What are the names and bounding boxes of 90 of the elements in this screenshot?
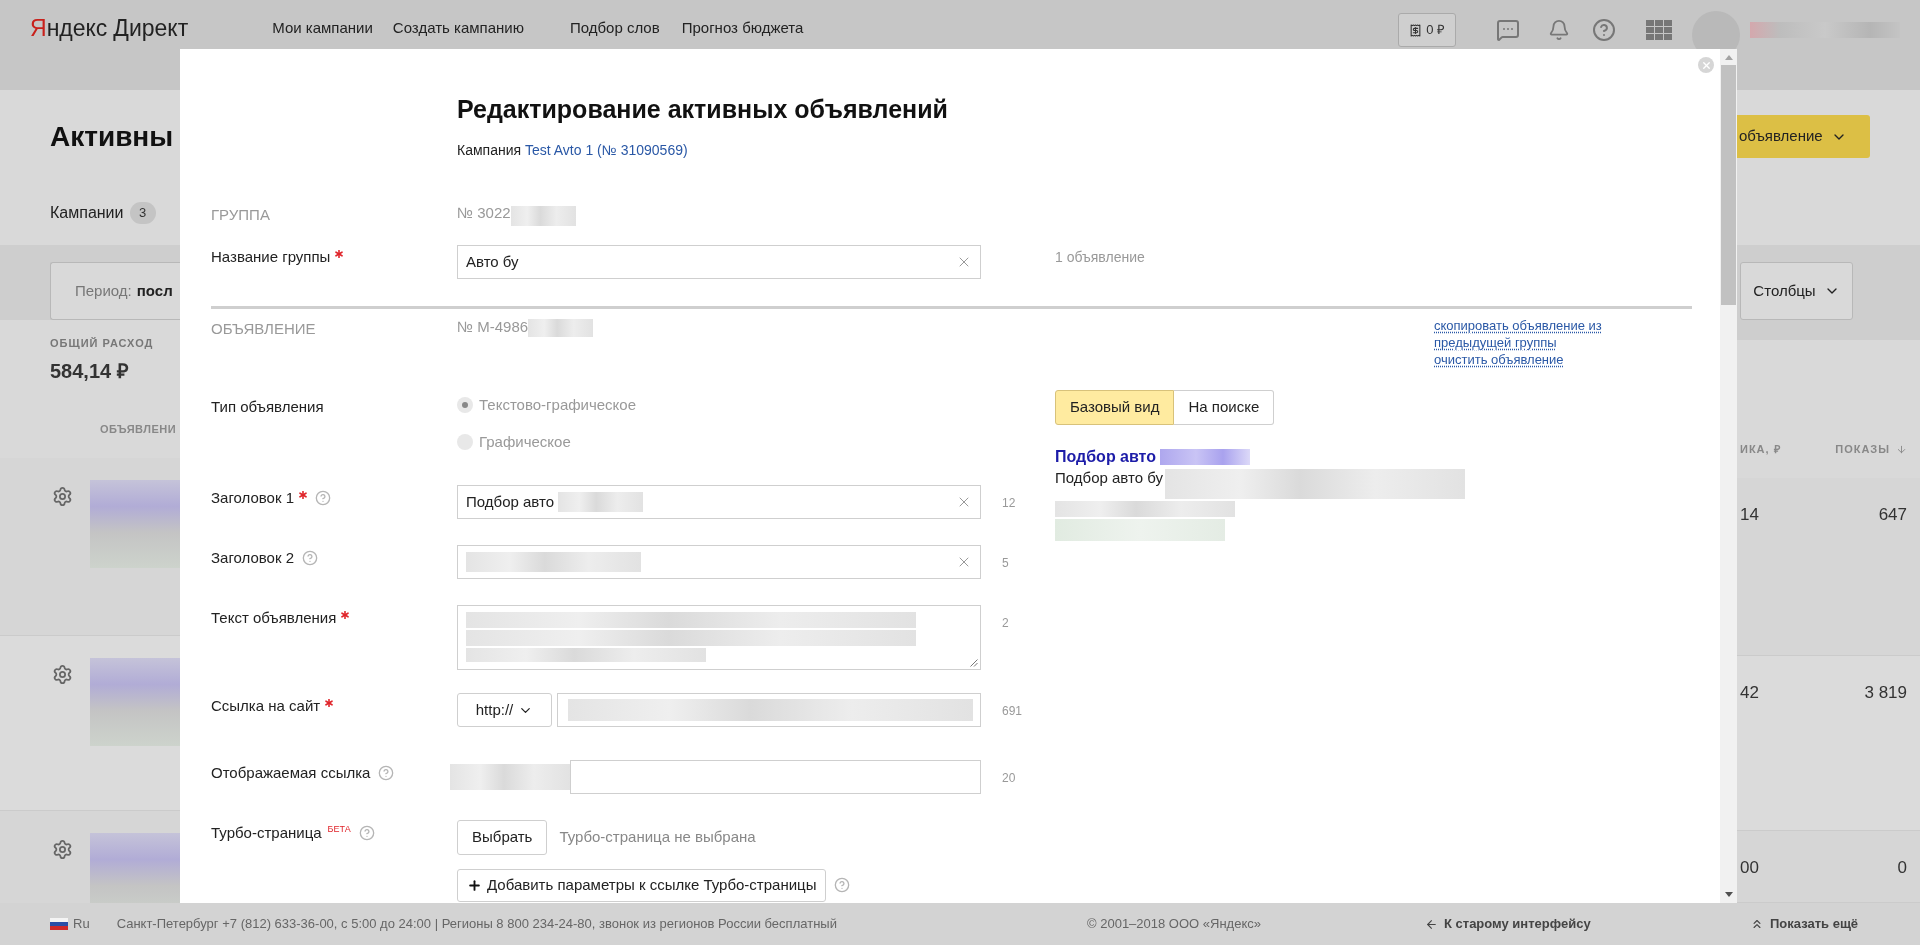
nav-link[interactable]: Подбор слов <box>569 12 660 44</box>
settings-icon[interactable] <box>52 664 73 685</box>
help-icon[interactable] <box>1592 18 1616 42</box>
modal-title: Редактирование активных объявлений <box>457 94 949 125</box>
scrollbar[interactable] <box>1720 49 1737 903</box>
total-label: ОБЩИЙ РАСХОД <box>50 336 155 350</box>
help-icon[interactable] <box>358 825 375 841</box>
field-label: Отображаемая ссылка <box>211 763 371 783</box>
field-label: Заголовок 2 <box>211 548 295 568</box>
columns-button[interactable]: Столбцы <box>1740 262 1853 320</box>
table-cell-text: 0 <box>1897 857 1907 879</box>
beta-label: БЕТА <box>327 824 351 834</box>
textarea-field[interactable] <box>457 605 981 670</box>
old-interface-link[interactable]: К старому интерфейсу <box>1425 914 1750 934</box>
contacts-text: Санкт-Петербург +7 (812) 633-36-00, с 5:00 до 24:00 | Регионы 8 800 234-24-80, звонок из регионов России бесплатный <box>116 915 837 934</box>
field-label: Ссылка на сайт <box>211 696 321 716</box>
campaign-line: Кампания Test Avto 1 (№ 31090569) <box>457 141 689 159</box>
arrow-left-icon <box>1425 917 1438 931</box>
display-url-field[interactable] <box>570 760 981 794</box>
field-label: Текст объявления <box>211 608 337 628</box>
apps-grid-icon[interactable] <box>1646 20 1672 40</box>
table-cell-text: 647 <box>1878 504 1907 526</box>
scroll-up-icon[interactable] <box>1724 55 1733 60</box>
resize-handle-icon[interactable] <box>970 659 978 667</box>
campaign-link[interactable]: Test Avto 1 (№ 31090569) <box>524 142 688 158</box>
scroll-down-icon[interactable] <box>1724 892 1733 897</box>
field-label: Тип объявления <box>211 398 324 415</box>
close-icon <box>1700 59 1712 71</box>
help-icon[interactable] <box>378 765 395 781</box>
radio-label: Текстово-графическое <box>479 394 637 415</box>
section-heading: ГРУППА <box>211 206 270 223</box>
protocol-select[interactable]: http:// <box>457 693 552 727</box>
page-title: Активны <box>50 120 175 154</box>
view-tab[interactable]: На поиске <box>1174 390 1275 425</box>
text-field[interactable]: Авто бу <box>457 245 981 279</box>
char-counter: 691 <box>1002 704 1023 718</box>
period-field[interactable]: Период: посл <box>50 262 180 320</box>
settings-icon[interactable] <box>52 839 73 860</box>
preview-title[interactable]: Подбор авто <box>1055 445 1156 469</box>
field-label: Турбо-страница <box>211 823 322 843</box>
choose-button[interactable]: Выбрать <box>457 820 548 855</box>
view-tab[interactable]: Базовый вид <box>1055 390 1175 425</box>
radio-label: Графическое <box>479 431 571 452</box>
text-field[interactable] <box>457 545 981 579</box>
period-value: посл <box>136 280 173 301</box>
flag-icon <box>50 918 68 930</box>
sort-arrow-icon <box>1896 443 1907 455</box>
field-label: Заголовок 1 <box>211 488 295 508</box>
campaigns-tab[interactable]: Кампании <box>50 201 124 225</box>
chat-icon[interactable] <box>1496 18 1520 42</box>
char-counter: 2 <box>1002 616 1009 630</box>
help-icon[interactable] <box>834 877 851 893</box>
char-counter: 12 <box>1002 496 1016 510</box>
close-button[interactable] <box>1698 57 1714 73</box>
notifications-icon[interactable] <box>1548 19 1570 41</box>
table-cell-text: 14 <box>1740 504 1759 526</box>
url-field[interactable] <box>557 693 981 727</box>
scroll-thumb[interactable] <box>1721 65 1736 305</box>
ad-number: № М-4986 <box>457 317 529 337</box>
add-params-button[interactable]: Добавить параметры к ссылке Турбо-страницы <box>457 868 827 902</box>
table-cell-text: 3 819 <box>1864 682 1907 704</box>
action-link[interactable]: очистить объявление <box>1434 351 1619 368</box>
section-heading: ОБЪЯВЛЕНИЕ <box>211 320 316 337</box>
total-value: 584,14 ₽ <box>50 359 130 383</box>
turbo-status: Турбо-страница не выбрана <box>559 827 756 848</box>
period-label: Период: <box>75 280 132 301</box>
chevrons-up-icon <box>1750 917 1764 931</box>
balance-button[interactable]: 0 ₽ <box>1398 13 1456 47</box>
create-ad-button[interactable]: объявление <box>1737 115 1870 158</box>
nav-link[interactable]: Прогноз бюджета <box>681 12 804 44</box>
char-counter: 5 <box>1002 556 1009 570</box>
preview-text: Подбор авто бу <box>1055 468 1163 488</box>
settings-icon[interactable] <box>52 486 73 507</box>
copyright: © 2001–2018 ООО «Яндекс» <box>1087 915 1262 934</box>
help-icon[interactable] <box>302 550 319 566</box>
nav-link[interactable]: Создать кампанию <box>392 12 524 44</box>
group-number: № 3022 <box>457 203 511 223</box>
ads-count: 1 объявление <box>1055 249 1145 265</box>
show-more-link[interactable]: Показать ещё <box>1750 914 1859 934</box>
count-badge: 3 <box>129 202 156 224</box>
table-cell-text: 42 <box>1740 682 1759 704</box>
help-icon[interactable] <box>315 490 332 506</box>
plus-icon <box>467 877 482 893</box>
nav-link[interactable]: Мои кампании <box>272 12 373 44</box>
char-counter: 20 <box>1002 771 1016 785</box>
language-link[interactable]: Ru <box>73 914 90 934</box>
logo[interactable]: Яндекс Директ <box>30 12 189 44</box>
table-cell-text: 00 <box>1740 857 1759 879</box>
field-label: Название группы <box>211 247 331 267</box>
text-field[interactable]: Подбор авто <box>457 485 981 519</box>
